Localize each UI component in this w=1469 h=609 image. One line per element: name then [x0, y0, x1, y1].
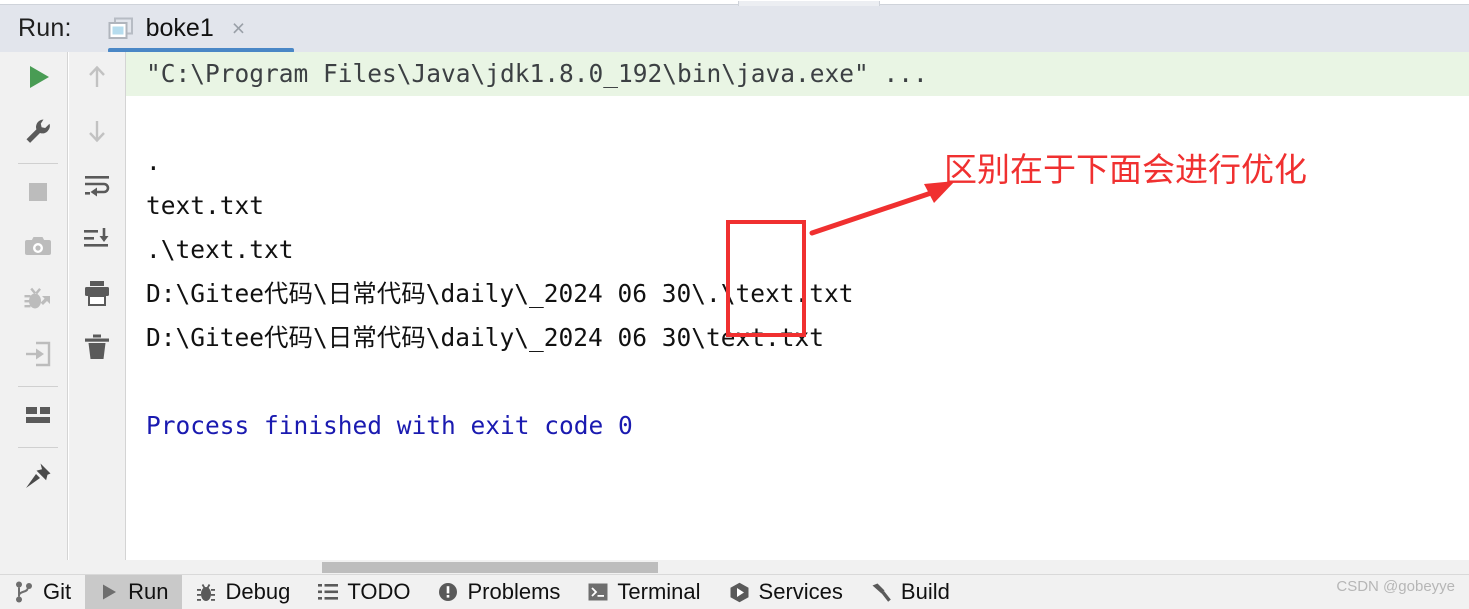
status-item-label: TODO — [347, 579, 411, 604]
problems-icon — [438, 582, 458, 602]
console-actions-toolbar — [69, 52, 126, 560]
tab-strip-notch — [738, 1, 880, 6]
status-item-todo[interactable]: TODO — [304, 575, 424, 609]
status-item-label: Services — [758, 579, 843, 604]
annotation-text: 区别在于下面会进行优化 — [944, 150, 1307, 189]
console-line-output: D:\Gitee代码\日常代码\daily\_2024 06 30\.\text… — [146, 279, 854, 308]
status-item-git[interactable]: Git — [0, 575, 85, 609]
toolbar-separator — [18, 163, 58, 164]
tab-boke1[interactable]: boke1 × — [104, 5, 294, 53]
status-item-build[interactable]: Build — [857, 575, 964, 609]
console-window-icon — [108, 17, 134, 41]
console-line-output: D:\Gitee代码\日常代码\daily\_2024 06 30\text.t… — [146, 323, 825, 352]
layout-button[interactable] — [13, 390, 63, 444]
status-item-label: Terminal — [617, 579, 701, 604]
console-output[interactable]: "C:\Program Files\Java\jdk1.8.0_192\bin\… — [126, 52, 1469, 560]
step-into-button[interactable] — [13, 329, 63, 383]
bottom-tool-window-bar: Git Run Debug TODO Problems Terminal Ser… — [0, 574, 1469, 609]
clear-all-button[interactable] — [72, 322, 122, 376]
trash-icon — [82, 332, 112, 367]
rerun-failed-button[interactable] — [13, 275, 63, 329]
console-line-exit-status: Process finished with exit code 0 — [146, 411, 633, 440]
console-horizontal-scrollbar[interactable] — [0, 560, 1469, 574]
status-item-label: Debug — [225, 579, 291, 604]
wrench-icon — [23, 116, 53, 151]
stop-square-icon — [23, 177, 53, 212]
run-tab-strip: Run: boke1 × — [0, 1, 1469, 53]
play-icon — [23, 62, 53, 97]
bug-rerun-icon — [23, 285, 53, 320]
status-item-label: Build — [900, 579, 950, 604]
run-tool-window: Run: boke1 × "C:\Program Files\Java\jdk1… — [0, 0, 1469, 609]
arrow-down-icon — [82, 116, 112, 151]
status-item-debug[interactable]: Debug — [182, 575, 304, 609]
tab-title: boke1 — [145, 14, 214, 42]
status-item-problems[interactable]: Problems — [424, 575, 574, 609]
arrow-into-box-icon — [23, 339, 53, 374]
stop-button[interactable] — [13, 167, 63, 221]
terminal-icon — [588, 583, 608, 601]
status-item-terminal[interactable]: Terminal — [574, 575, 714, 609]
todo-list-icon — [318, 583, 339, 601]
scroll-to-end-button[interactable] — [72, 214, 122, 268]
run-label: Run: — [18, 14, 72, 42]
left-gutter — [0, 52, 9, 560]
scrollbar-thumb[interactable] — [322, 562, 658, 573]
pin-tab-button[interactable] — [13, 451, 63, 505]
hammer-icon — [871, 582, 892, 602]
rerun-button[interactable] — [13, 52, 63, 106]
services-hexagon-icon — [729, 582, 750, 603]
arrow-up-icon — [82, 62, 112, 97]
down-button[interactable] — [72, 106, 122, 160]
print-button[interactable] — [72, 268, 122, 322]
soft-wrap-icon — [82, 170, 112, 205]
git-branch-icon — [14, 581, 34, 603]
watermark: CSDN @gobeyye — [1336, 578, 1455, 595]
up-button[interactable] — [72, 52, 122, 106]
close-icon[interactable]: × — [232, 17, 245, 40]
status-item-label: Git — [43, 579, 72, 604]
screenshot-button[interactable] — [13, 221, 63, 275]
console-line-output: .\text.txt — [146, 235, 294, 264]
status-item-services[interactable]: Services — [715, 575, 857, 609]
run-actions-toolbar — [9, 52, 68, 560]
settings-button[interactable] — [13, 106, 63, 160]
toolbar-separator — [18, 386, 58, 387]
status-item-label: Run — [128, 579, 169, 604]
scroll-to-end-icon — [82, 224, 112, 259]
printer-icon — [82, 278, 112, 313]
play-icon — [99, 582, 119, 602]
console-line-command: "C:\Program Files\Java\jdk1.8.0_192\bin\… — [126, 52, 1469, 96]
bug-icon — [196, 581, 216, 603]
camera-icon — [23, 231, 53, 266]
status-item-run[interactable]: Run — [85, 574, 183, 609]
layout-grid-icon — [23, 400, 53, 435]
pin-icon — [23, 461, 53, 496]
soft-wrap-button[interactable] — [72, 160, 122, 214]
status-item-label: Problems — [467, 579, 561, 604]
toolbar-separator — [18, 447, 58, 448]
